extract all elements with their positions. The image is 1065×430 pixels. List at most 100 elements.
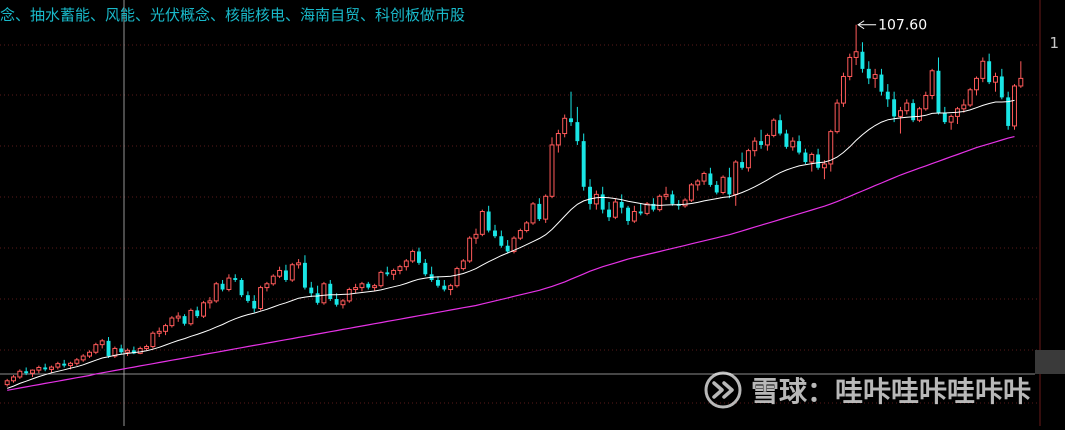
candle-body <box>24 371 29 374</box>
candle-body <box>220 283 225 290</box>
candle-body <box>473 233 479 239</box>
candle <box>49 365 54 373</box>
candle <box>43 363 48 372</box>
candle-body <box>840 75 846 104</box>
candle-body <box>892 99 897 117</box>
candle-body <box>137 347 143 354</box>
candle-body <box>745 150 751 169</box>
candle <box>486 205 491 233</box>
candle <box>967 87 973 107</box>
candle-body <box>879 74 884 92</box>
candle-body <box>885 91 890 100</box>
candle-body <box>283 270 288 280</box>
candle <box>302 255 307 290</box>
candle <box>537 198 542 222</box>
candle <box>112 346 118 358</box>
candle <box>821 160 827 180</box>
candle <box>663 186 669 201</box>
candle-body <box>778 120 783 134</box>
candle <box>493 224 497 239</box>
kline-svg[interactable]: 107.60 <box>0 0 1065 426</box>
candle <box>289 262 295 282</box>
candle-body <box>853 51 859 58</box>
candle <box>80 354 86 362</box>
candle-body <box>866 68 871 79</box>
candle-body <box>340 300 346 306</box>
watermark-user: 哇咔哇咔哇咔咔 <box>834 375 1031 408</box>
candle <box>283 264 288 282</box>
candle-body <box>454 268 460 287</box>
candle <box>543 194 549 223</box>
candle-body <box>1018 77 1024 87</box>
candle <box>479 209 485 237</box>
candle-body <box>663 193 669 197</box>
candle <box>784 129 789 149</box>
candle <box>847 53 853 81</box>
candle <box>764 133 770 151</box>
candle-body <box>55 363 61 368</box>
candle-body <box>771 119 777 136</box>
candle-body <box>62 363 67 366</box>
candle <box>378 270 384 288</box>
candle <box>366 281 371 290</box>
candle <box>569 91 573 126</box>
candle-body <box>106 340 111 357</box>
candle <box>588 179 592 210</box>
candle-body <box>302 262 307 288</box>
candle <box>866 61 871 85</box>
candle <box>454 266 460 288</box>
candle <box>816 148 821 170</box>
candle-body <box>790 140 796 148</box>
candle <box>670 190 675 206</box>
candle <box>626 205 631 225</box>
candle-body <box>175 315 181 319</box>
candle <box>809 152 815 172</box>
candle-body <box>803 152 808 163</box>
candle-body <box>607 209 611 218</box>
candle <box>600 186 605 214</box>
candle-body <box>410 250 416 262</box>
candle <box>530 202 536 225</box>
candle-body <box>125 349 131 353</box>
candle-body <box>555 133 561 146</box>
candle-body <box>289 264 295 281</box>
candle-body <box>195 310 200 317</box>
candle-body <box>309 287 314 294</box>
candle <box>277 266 283 279</box>
candle-body <box>460 260 466 270</box>
candle <box>182 314 187 326</box>
candle <box>195 306 200 319</box>
candle-body <box>872 74 878 79</box>
xueqiu-watermark: 雪球 ： 哇咔哇咔哇咔咔 <box>703 370 1031 410</box>
candle-body <box>150 332 156 348</box>
candle-body <box>252 300 257 309</box>
candle-body <box>911 103 916 121</box>
candle-body <box>816 154 821 168</box>
candle-body <box>569 118 573 123</box>
candle-body <box>245 295 250 301</box>
candle <box>1012 84 1017 130</box>
candle-body <box>277 269 283 277</box>
candle-body <box>682 199 688 207</box>
candle <box>790 137 796 151</box>
candle-body <box>296 262 302 266</box>
ma-short-line <box>7 99 1015 389</box>
candle-body <box>442 285 447 290</box>
candle-body <box>74 359 80 364</box>
candle-body <box>119 348 124 353</box>
candle <box>948 114 954 130</box>
candle <box>517 228 523 241</box>
candle-body <box>987 61 992 83</box>
candle-body <box>530 203 536 224</box>
candle <box>119 344 124 355</box>
candle <box>828 129 834 172</box>
candle <box>936 57 941 115</box>
candle-body <box>93 344 99 353</box>
candle-body <box>403 260 409 268</box>
candle-body <box>961 104 967 110</box>
candle <box>93 342 99 355</box>
candle-body <box>372 285 378 289</box>
candle <box>797 135 802 155</box>
kline-chart[interactable]: 107.60 <box>0 0 1065 426</box>
ma-long-line <box>7 136 1015 391</box>
